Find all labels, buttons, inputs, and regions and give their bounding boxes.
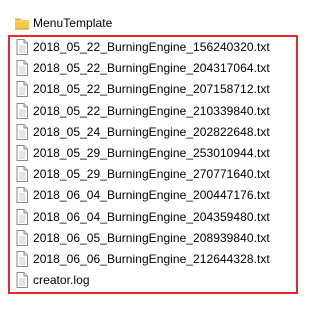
text-file-icon [14,60,30,77]
file-item[interactable]: 2018_06_04_BurningEngine_204359480.txt [14,207,270,227]
file-name: 2018_05_22_BurningEngine_156240320.txt [33,40,270,54]
file-name: 2018_05_29_BurningEngine_270771640.txt [33,167,270,182]
text-file-icon [14,187,30,204]
folder-name: MenuTemplate [33,16,113,30]
text-file-icon [14,229,30,246]
text-file-icon [14,251,30,267]
file-name: creator.log [33,273,90,288]
text-file-icon [14,39,30,55]
text-file-icon [14,123,30,140]
file-name: 2018_06_04_BurningEngine_204359480.txt [33,209,270,224]
file-item[interactable]: creator.log [14,270,90,290]
file-name: 2018_06_06_BurningEngine_212644328.txt [33,252,270,266]
file-name: 2018_05_22_BurningEngine_210339840.txt [33,103,270,118]
folder-item-menutemplate[interactable]: MenuTemplate [14,13,112,33]
file-item[interactable]: 2018_06_04_BurningEngine_200447176.txt [14,185,270,205]
file-list: MenuTemplate 2018_05_22_BurningEngine_15… [0,0,328,309]
text-file-icon [14,208,30,225]
file-name: 2018_06_04_BurningEngine_200447176.txt [33,188,270,203]
text-file-icon [14,272,30,289]
file-item[interactable]: 2018_06_06_BurningEngine_212644328.txt [14,249,270,269]
file-item[interactable]: 2018_05_24_BurningEngine_202822648.txt [14,122,270,142]
text-file-icon [14,145,30,161]
file-name: 2018_06_05_BurningEngine_208939840.txt [33,230,270,245]
text-file-icon [14,166,30,183]
file-item[interactable]: 2018_05_22_BurningEngine_210339840.txt [14,101,270,121]
file-item[interactable]: 2018_05_29_BurningEngine_270771640.txt [14,164,270,184]
text-file-icon [14,102,30,119]
file-item[interactable]: 2018_05_22_BurningEngine_204317064.txt [14,58,270,78]
file-name: 2018_05_24_BurningEngine_202822648.txt [33,124,270,139]
file-item[interactable]: 2018_05_22_BurningEngine_156240320.txt [14,37,270,57]
file-name: 2018_05_29_BurningEngine_253010944.txt [33,146,270,160]
file-item[interactable]: 2018_05_22_BurningEngine_207158712.txt [14,79,270,99]
file-item[interactable]: 2018_06_05_BurningEngine_208939840.txt [14,228,270,248]
file-item[interactable]: 2018_05_29_BurningEngine_253010944.txt [14,143,270,163]
text-file-icon [14,81,30,98]
folder-icon [14,15,30,31]
file-name: 2018_05_22_BurningEngine_207158712.txt [33,82,270,97]
file-name: 2018_05_22_BurningEngine_204317064.txt [33,61,270,76]
